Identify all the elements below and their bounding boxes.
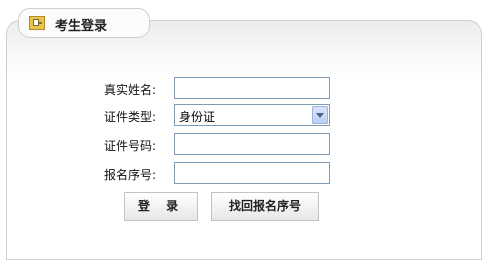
real-name-label: 真实姓名: — [104, 83, 157, 97]
real-name-input[interactable] — [174, 77, 330, 99]
find-reg-number-button[interactable]: 找回报名序号 — [211, 192, 319, 221]
panel-header-tab: 考生登录 — [18, 8, 150, 38]
id-number-input[interactable] — [174, 133, 330, 155]
reg-number-row: 报名序号: — [0, 162, 493, 186]
id-type-selected-value: 身份证 — [179, 110, 216, 124]
id-number-label: 证件号码: — [104, 139, 157, 153]
chevron-down-icon[interactable] — [312, 106, 328, 124]
id-type-label: 证件类型: — [104, 110, 157, 124]
reg-number-label: 报名序号: — [104, 168, 157, 182]
panel-title: 考生登录 — [55, 19, 108, 34]
id-type-select[interactable]: 身份证 — [174, 104, 330, 126]
id-type-row: 证件类型: 身份证 — [0, 104, 493, 128]
login-button[interactable]: 登 录 — [124, 192, 198, 221]
id-number-row: 证件号码: — [0, 133, 493, 157]
id-card-icon — [29, 16, 45, 30]
real-name-row: 真实姓名: — [0, 77, 493, 101]
reg-number-input[interactable] — [174, 162, 330, 184]
